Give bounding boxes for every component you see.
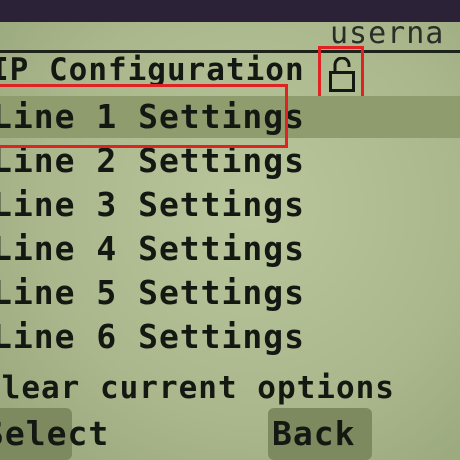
- menu-title: IP Configuration: [0, 52, 305, 88]
- status-hint: Clear current options: [0, 370, 395, 406]
- menu-item-label: Line 5 Settings: [0, 273, 306, 312]
- menu-item-label: Line 3 Settings: [0, 185, 306, 224]
- menu-item-line-3[interactable]: Line 3 Settings: [0, 184, 460, 226]
- back-softkey-label: Back: [272, 414, 356, 453]
- select-softkey-label: Select: [0, 414, 110, 453]
- phone-lcd-screen: userna IP Configuration Line 1 Settings …: [0, 0, 460, 460]
- back-softkey[interactable]: Back: [268, 408, 372, 460]
- menu-item-line-6[interactable]: Line 6 Settings: [0, 316, 460, 358]
- select-softkey[interactable]: Select: [0, 408, 108, 460]
- menu-item-line-5[interactable]: Line 5 Settings: [0, 272, 460, 314]
- menu-item-label: Line 4 Settings: [0, 229, 306, 268]
- selection-highlight-box: [0, 84, 288, 148]
- menu-item-label: Line 6 Settings: [0, 317, 306, 356]
- menu-item-line-4[interactable]: Line 4 Settings: [0, 228, 460, 270]
- lock-icon[interactable]: [329, 57, 355, 93]
